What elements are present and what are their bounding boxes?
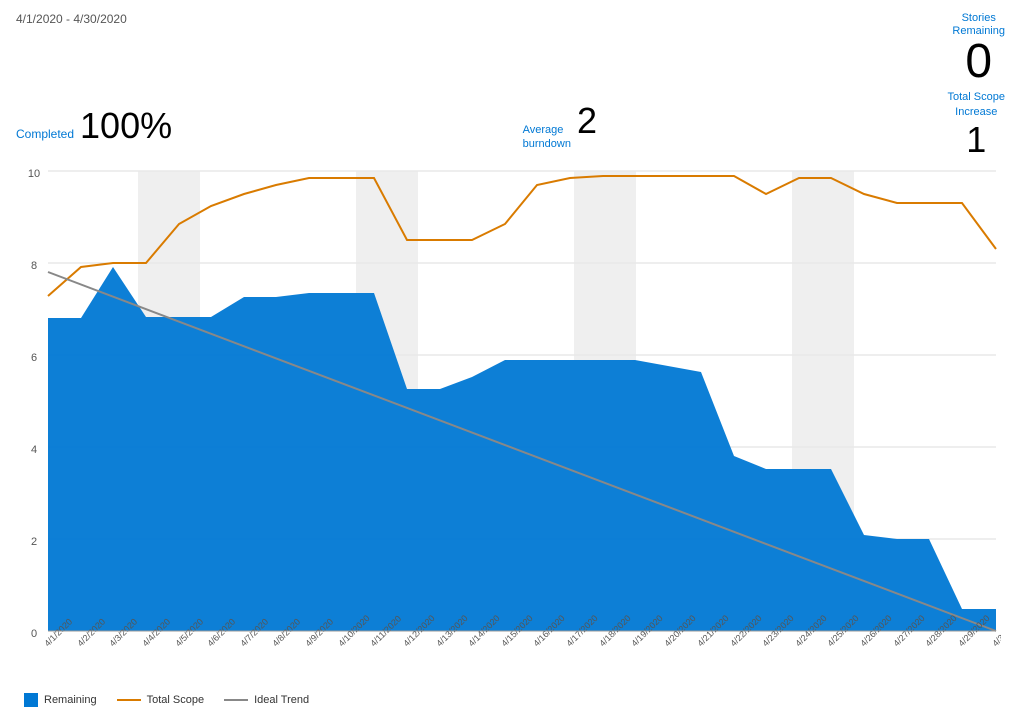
completed-metric: Completed 100%: [16, 105, 172, 147]
total-scope-label: Total ScopeIncrease: [948, 90, 1005, 119]
stories-remaining-widget: StoriesRemaining 0: [952, 12, 1005, 86]
avg-burndown-label: Averageburndown: [523, 123, 571, 152]
total-scope-color-line: [117, 699, 141, 701]
svg-text:8: 8: [31, 260, 37, 272]
legend-total-scope: Total Scope: [117, 694, 204, 706]
legend-ideal-trend: Ideal Trend: [224, 694, 309, 706]
svg-text:10: 10: [28, 169, 40, 180]
burndown-chart: 0 2 4 6 8 10: [16, 169, 1001, 649]
chart-area: 0 2 4 6 8 10: [16, 169, 1005, 689]
completed-value: 100%: [80, 105, 172, 147]
date-range: 4/1/2020 - 4/30/2020: [16, 12, 127, 26]
completed-label: Completed: [16, 127, 74, 141]
avg-burndown-metric: Averageburndown 2: [523, 100, 597, 152]
ideal-trend-color-line: [224, 699, 248, 701]
svg-text:4: 4: [31, 444, 37, 456]
dashboard-container: 4/1/2020 - 4/30/2020 StoriesRemaining 0 …: [0, 0, 1021, 665]
metrics-row: Completed 100% Averageburndown 2 Total S…: [16, 90, 1005, 161]
svg-text:2: 2: [31, 536, 37, 548]
top-row: 4/1/2020 - 4/30/2020 StoriesRemaining 0: [16, 12, 1005, 86]
ideal-trend-legend-label: Ideal Trend: [254, 694, 309, 706]
svg-text:6: 6: [31, 352, 37, 364]
total-scope-metric: Total ScopeIncrease 1: [948, 90, 1005, 161]
remaining-color-box: [24, 693, 38, 707]
avg-burndown-value: 2: [577, 100, 597, 142]
total-scope-value: 1: [966, 119, 986, 161]
legend-remaining: Remaining: [24, 693, 97, 707]
chart-legend: Remaining Total Scope Ideal Trend: [16, 693, 1005, 707]
total-scope-legend-label: Total Scope: [147, 694, 204, 706]
stories-remaining-value: 0: [952, 38, 1005, 86]
svg-text:0: 0: [31, 628, 37, 640]
remaining-legend-label: Remaining: [44, 694, 97, 706]
